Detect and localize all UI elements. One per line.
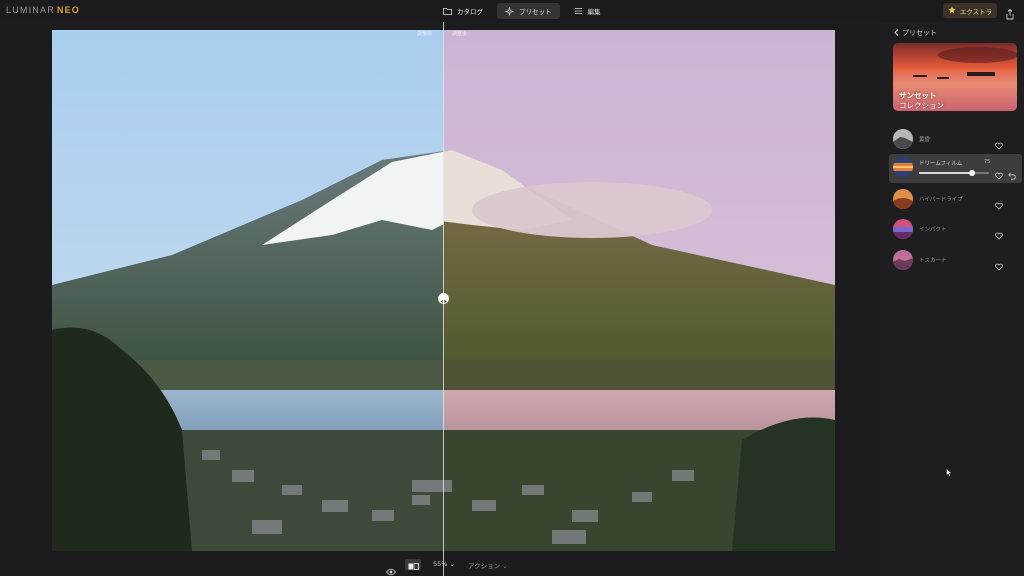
sliders-icon bbox=[574, 7, 583, 16]
extras-button-label: エクストラ bbox=[959, 7, 993, 16]
preset-thumbnail bbox=[893, 129, 913, 149]
back-label: プリセット bbox=[902, 29, 937, 37]
folder-icon bbox=[443, 7, 452, 16]
drag-arrows-icon bbox=[440, 289, 447, 308]
tab-presets[interactable]: プリセット bbox=[497, 3, 560, 19]
preset-name: トスカーナ bbox=[919, 258, 947, 264]
star-icon bbox=[948, 5, 956, 16]
collection-card[interactable]: サンセット コレクション bbox=[893, 43, 1017, 111]
preset-name: ドリームフィルム bbox=[919, 161, 963, 167]
preset-thumbnail bbox=[893, 189, 913, 209]
preset-name: 黄昏 bbox=[919, 137, 931, 143]
reset-icon[interactable] bbox=[1008, 165, 1016, 180]
compare-handle[interactable] bbox=[438, 293, 449, 304]
back-button[interactable]: プリセット bbox=[894, 28, 937, 38]
tab-edit-label: 編集 bbox=[587, 8, 601, 16]
chevron-left-icon bbox=[894, 28, 899, 38]
app-logo: LUMINAR NEO bbox=[6, 5, 81, 15]
preset-thumbnail bbox=[893, 250, 913, 270]
heart-icon[interactable] bbox=[995, 135, 1003, 150]
preset-item[interactable]: 黄昏 bbox=[889, 126, 1022, 152]
preset-name: インパクト bbox=[919, 227, 947, 233]
actions-dropdown[interactable]: アクション ⌄ bbox=[468, 560, 508, 570]
preset-item[interactable]: インパクト bbox=[889, 216, 1022, 242]
tab-catalog[interactable]: カタログ bbox=[435, 3, 491, 19]
preset-item-active[interactable]: ドリームフィルム 75 bbox=[889, 154, 1022, 183]
tab-presets-label: プリセット bbox=[519, 8, 552, 16]
eye-icon[interactable] bbox=[385, 561, 397, 576]
after-label: 調整後 bbox=[452, 31, 468, 37]
zoom-dropdown[interactable]: 55% ⌄ bbox=[433, 560, 455, 568]
top-bar: LUMINAR NEO カタログ プリセット 編集 エクストラ bbox=[0, 0, 1024, 22]
slider-knob[interactable] bbox=[968, 169, 975, 176]
preset-amount-value: 75 bbox=[984, 159, 991, 165]
collection-subtitle: コレクション bbox=[899, 101, 944, 110]
mouse-cursor-icon bbox=[946, 462, 953, 477]
heart-icon[interactable] bbox=[995, 225, 1003, 240]
preset-name: ハイパードライブ bbox=[919, 197, 963, 203]
zoom-value: 55% bbox=[433, 560, 448, 568]
preset-thumbnail bbox=[893, 219, 913, 239]
tab-catalog-label: カタログ bbox=[457, 8, 483, 16]
presets-panel: プリセット サンセット コレクション 黄昏 ドリームフィルム 75 ハイパードラ… bbox=[880, 22, 1024, 576]
before-label: 調整前 bbox=[417, 31, 433, 37]
preset-item[interactable]: トスカーナ bbox=[889, 247, 1022, 273]
split-view-icon bbox=[408, 555, 419, 574]
heart-icon[interactable] bbox=[995, 165, 1003, 180]
share-icon[interactable] bbox=[1005, 5, 1015, 20]
slider-fill bbox=[919, 172, 972, 174]
actions-label: アクション bbox=[468, 562, 501, 570]
preset-item[interactable]: ハイパードライブ bbox=[889, 186, 1022, 212]
heart-icon[interactable] bbox=[995, 256, 1003, 271]
preset-amount-slider[interactable] bbox=[919, 169, 989, 176]
tab-edit[interactable]: 編集 bbox=[566, 3, 609, 19]
compare-toggle-button[interactable] bbox=[405, 559, 421, 570]
bottom-toolbar: 55% ⌄ アクション ⌄ bbox=[0, 556, 880, 576]
sparkle-icon bbox=[505, 6, 514, 16]
extras-button[interactable]: エクストラ bbox=[943, 3, 997, 18]
mode-tabs: カタログ プリセット 編集 bbox=[435, 3, 609, 19]
heart-icon[interactable] bbox=[995, 195, 1003, 210]
preset-thumbnail bbox=[893, 157, 913, 177]
